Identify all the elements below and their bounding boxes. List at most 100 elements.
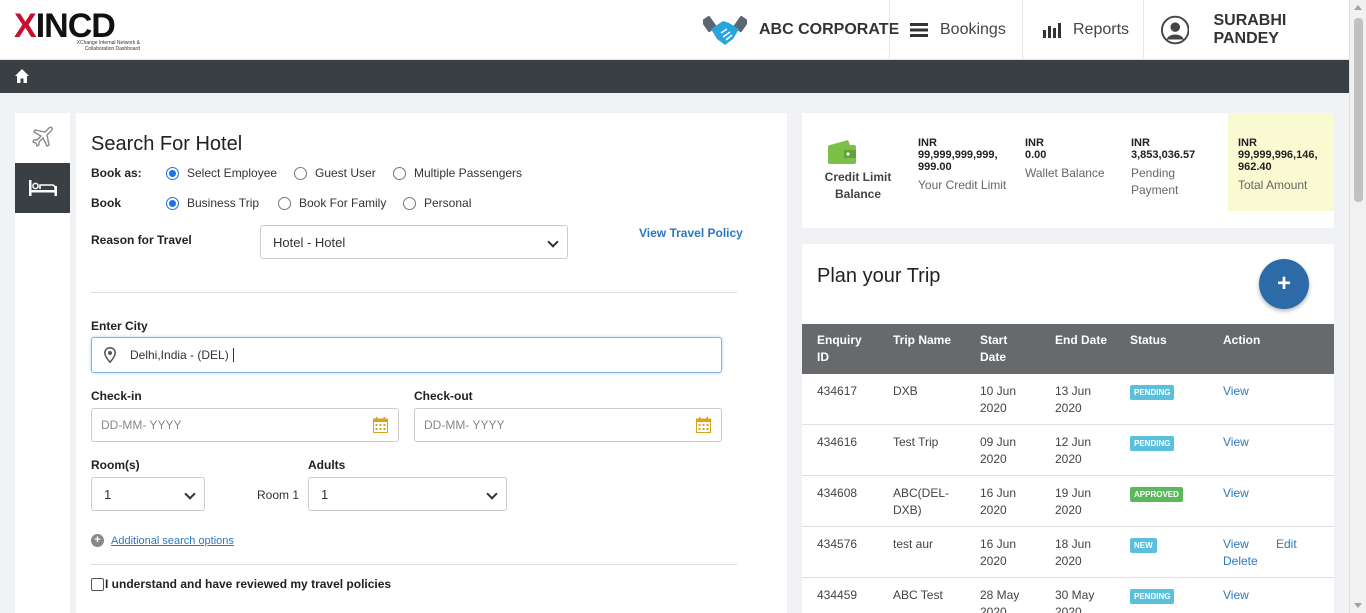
cell-end-date: 30 May 2020 xyxy=(1055,587,1094,613)
amount-line1: 0.00 xyxy=(1025,149,1047,161)
city-text: Delhi,India - (DEL) xyxy=(130,347,229,362)
table-row: 434459 ABC Test 28 May 2020 30 May 2020 PENDIN… xyxy=(802,578,1334,613)
scroll-down-arrow-icon[interactable] xyxy=(1354,603,1362,608)
nav-reports[interactable]: Reports xyxy=(1022,0,1144,60)
menu-icon xyxy=(910,23,928,37)
currency: INR xyxy=(918,137,937,149)
col-text: Date xyxy=(980,350,1007,364)
radio-book-for-family[interactable]: Book For Family xyxy=(278,196,386,210)
view-link[interactable]: View xyxy=(1223,485,1249,502)
cell-enquiry-id: 434608 xyxy=(817,486,858,500)
chevron-down-icon xyxy=(486,488,498,500)
caption: Your Credit Limit xyxy=(918,178,1007,192)
radio-dot[interactable] xyxy=(166,196,179,210)
city-input[interactable]: Delhi,India - (DEL) xyxy=(91,337,722,373)
view-link[interactable]: View xyxy=(1223,383,1249,400)
caption-line2: Payment xyxy=(1131,183,1179,197)
chevron-down-icon xyxy=(184,488,196,500)
nav-bookings[interactable]: Bookings xyxy=(889,0,1023,60)
cell-trip-name: test aur xyxy=(893,536,933,553)
divider xyxy=(91,292,737,293)
amount-line2: 999.00 xyxy=(918,161,952,173)
radio-label: Personal xyxy=(424,196,472,210)
scroll-thumb[interactable] xyxy=(1354,18,1363,202)
sidebar-item-hotel[interactable] xyxy=(15,163,70,213)
cell-trip-name: Test Trip xyxy=(893,434,938,451)
radio-multiple-passengers[interactable]: Multiple Passengers xyxy=(393,166,522,180)
table-row: 434617 DXB 10 Jun 2020 13 Jun 2020 PENDING View xyxy=(802,374,1334,425)
radio-label: Business Trip xyxy=(187,196,260,210)
view-link[interactable]: View xyxy=(1223,536,1249,553)
cell-text: ABC(DEL- xyxy=(893,486,950,500)
additional-search-options-text: Additional search options xyxy=(111,534,234,547)
radio-select-employee[interactable]: Select Employee xyxy=(166,166,277,180)
plus-circle-icon: + xyxy=(91,534,104,547)
airplane-icon xyxy=(31,126,53,147)
checkin-input[interactable]: DD-MM- YYYY xyxy=(91,408,399,442)
radio-business-trip[interactable]: Business Trip xyxy=(166,196,259,210)
rooms-value: 1 xyxy=(104,486,112,502)
col-text: Enquiry xyxy=(817,333,862,347)
cell-text: 10 Jun xyxy=(980,384,1017,398)
calendar-icon[interactable] xyxy=(696,417,711,433)
cell-start-date: 28 May 2020 xyxy=(980,587,1019,613)
status-badge: PENDING xyxy=(1130,385,1175,400)
cell-text: 2020 xyxy=(1055,401,1082,415)
adults-value: 1 xyxy=(321,486,329,502)
radio-dot[interactable] xyxy=(294,166,307,180)
additional-search-options-link[interactable]: + Additional search options xyxy=(91,534,234,547)
reason-select[interactable]: Hotel - Hotel xyxy=(260,225,568,259)
cell-start-date: 16 Jun 2020 xyxy=(980,536,1016,570)
radio-dot[interactable] xyxy=(166,166,179,180)
radio-dot[interactable] xyxy=(278,196,291,210)
radio-dot[interactable] xyxy=(403,196,416,210)
page-title: Search For Hotel xyxy=(91,133,243,155)
view-travel-policy-link[interactable]: View Travel Policy xyxy=(639,226,743,240)
trip-table-header: Enquiry ID Trip Name Start Date End Date S… xyxy=(802,324,1334,374)
company-selector[interactable]: ABC CORPORATE xyxy=(703,0,899,60)
rooms-select[interactable]: 1 xyxy=(91,477,205,511)
hotel-search-panel: Search For Hotel Book as: Select Employe… xyxy=(76,113,787,613)
radio-personal[interactable]: Personal xyxy=(403,196,471,210)
home-icon[interactable] xyxy=(14,68,30,84)
radio-dot[interactable] xyxy=(393,166,406,180)
cell-text: 18 Jun xyxy=(1055,537,1092,551)
plan-your-trip-panel: Plan your Trip + Enquiry ID Trip Name Sta… xyxy=(802,244,1334,613)
total-amount-box: INR 99,999,996,146, 962.40 Total Amount xyxy=(1228,113,1334,211)
edit-link[interactable]: Edit xyxy=(1276,536,1297,553)
policy-checkbox[interactable] xyxy=(91,577,104,591)
adults-label: Adults xyxy=(308,458,346,472)
view-link[interactable]: View xyxy=(1223,587,1249,604)
cell-text: 30 May xyxy=(1055,588,1095,602)
top-header: XINCD XChange Internal Network & Collabo… xyxy=(0,0,1349,60)
col-status: Status xyxy=(1130,333,1167,347)
delete-link[interactable]: Delete xyxy=(1223,553,1258,570)
checkout-label: Check-out xyxy=(414,389,473,403)
checkin-placeholder: DD-MM- YYYY xyxy=(101,418,182,432)
plan-title: Plan your Trip xyxy=(817,265,941,287)
cell-enquiry-id: 434459 xyxy=(817,588,858,602)
cell-text: 12 Jun xyxy=(1055,435,1092,449)
adults-select[interactable]: 1 xyxy=(308,477,507,511)
sidebar-item-flight[interactable] xyxy=(15,113,70,161)
policy-agreement[interactable]: I understand and have reviewed my travel… xyxy=(91,577,391,591)
city-label: Enter City xyxy=(91,319,148,333)
book-label: Book xyxy=(91,196,121,210)
view-link[interactable]: View xyxy=(1223,434,1249,451)
credit-label-line1: Credit Limit xyxy=(824,170,892,184)
cell-end-date: 18 Jun 2020 xyxy=(1055,536,1091,570)
wallet-icon xyxy=(828,140,856,164)
checkout-input[interactable]: DD-MM- YYYY xyxy=(414,408,722,442)
cell-text: ABC Test xyxy=(893,588,943,602)
calendar-icon[interactable] xyxy=(373,417,388,433)
page-scrollbar[interactable] xyxy=(1349,0,1366,613)
radio-guest-user[interactable]: Guest User xyxy=(294,166,376,180)
cell-text: 13 Jun xyxy=(1055,384,1092,398)
add-trip-button[interactable]: + xyxy=(1259,259,1309,309)
service-sidebar xyxy=(15,113,70,613)
wallet-balance-value: INR 0.00 Wallet Balance xyxy=(1025,137,1121,182)
xincd-logo[interactable]: XINCD XChange Internal Network & Collabo… xyxy=(14,8,140,52)
scroll-up-arrow-icon[interactable] xyxy=(1354,5,1362,10)
cell-text: Test Trip xyxy=(893,435,939,449)
user-menu[interactable]: SURABHI PANDEY xyxy=(1143,0,1349,60)
